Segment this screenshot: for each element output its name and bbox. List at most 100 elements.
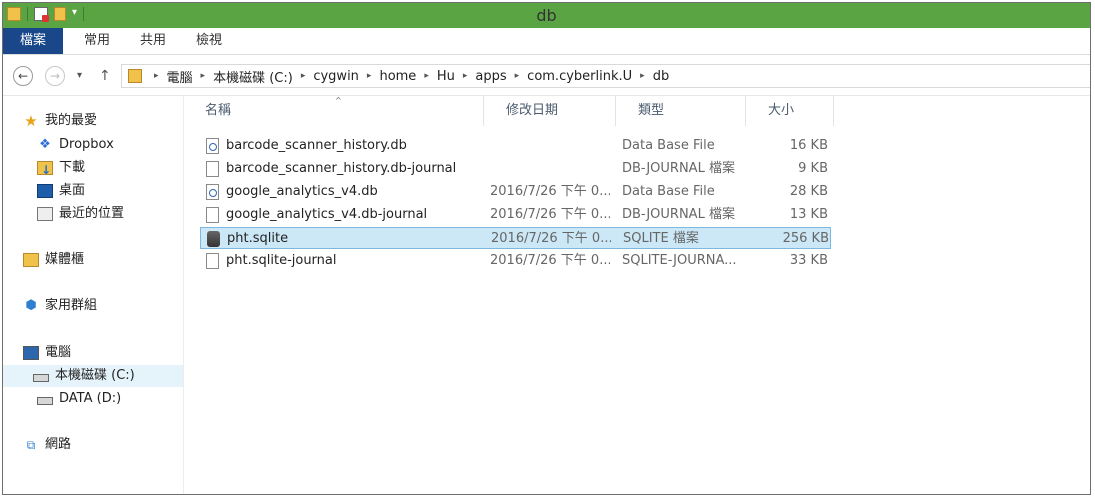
navigation-pane: ★ 我的最愛 ❖ Dropbox 下載 桌面 最近的位置 媒體櫃 ⬢ 家用群組 bbox=[3, 96, 184, 494]
breadcrumb-item-apps[interactable]: apps bbox=[475, 69, 506, 84]
sidebar-item-label: 本機磁碟 (C:) bbox=[55, 368, 135, 383]
table-row[interactable]: barcode_scanner_history.db Data Base Fil… bbox=[200, 135, 831, 157]
sidebar-item-data-drive[interactable]: DATA (D:) bbox=[37, 388, 121, 410]
breadcrumb-item-cygwin[interactable]: cygwin bbox=[313, 69, 359, 84]
sidebar-item-label: 家用群組 bbox=[45, 298, 98, 313]
tab-share[interactable]: 共用 bbox=[133, 28, 173, 54]
blank-file-icon bbox=[206, 253, 219, 269]
breadcrumb-separator-icon[interactable]: ▸ bbox=[367, 71, 372, 81]
sqlite-file-icon bbox=[207, 231, 220, 247]
table-row[interactable]: google_analytics_v4.db-journal 2016/7/26… bbox=[200, 204, 831, 226]
file-name: google_analytics_v4.db bbox=[226, 184, 378, 199]
sidebar-item-libraries[interactable]: 媒體櫃 bbox=[23, 249, 84, 271]
folder-icon bbox=[128, 69, 142, 83]
file-list: ^ 名稱 修改日期 類型 大小 barcode_scanner_history.… bbox=[183, 96, 1090, 494]
breadcrumb-item-package[interactable]: com.cyberlink.U bbox=[527, 69, 632, 84]
table-row[interactable]: google_analytics_v4.db 2016/7/26 下午 0...… bbox=[200, 181, 831, 203]
recent-places-icon bbox=[37, 207, 53, 221]
column-header-label: 大小 bbox=[768, 103, 795, 118]
network-icon: ⧉ bbox=[26, 438, 36, 452]
tab-file[interactable]: 檔案 bbox=[3, 28, 63, 54]
file-type: SQLITE-JOURNA... bbox=[622, 253, 737, 268]
breadcrumb-item-hu[interactable]: Hu bbox=[437, 69, 455, 84]
table-row-selected[interactable]: pht.sqlite 2016/7/26 下午 0... SQLITE 檔案 2… bbox=[200, 227, 831, 249]
tab-home[interactable]: 常用 bbox=[77, 28, 117, 54]
breadcrumb-separator-icon[interactable]: ▸ bbox=[424, 71, 429, 81]
explorer-window: ▾ db 檔案 常用 共用 檢視 ← → ▾ ↑ ▸ 電腦 ▸ 本機磁碟 (C:… bbox=[2, 2, 1091, 495]
column-header-label: 類型 bbox=[638, 103, 665, 118]
breadcrumb-separator-icon[interactable]: ▸ bbox=[301, 71, 306, 81]
sidebar-item-homegroup[interactable]: ⬢ 家用群組 bbox=[23, 295, 97, 317]
blank-file-icon bbox=[206, 161, 219, 177]
homegroup-icon: ⬢ bbox=[25, 298, 37, 313]
sidebar-item-label: 我的最愛 bbox=[45, 113, 98, 128]
recent-locations-dropdown-icon[interactable]: ▾ bbox=[77, 66, 82, 86]
sidebar-item-network[interactable]: ⧉ 網路 bbox=[23, 434, 71, 456]
back-button[interactable]: ← bbox=[13, 66, 33, 86]
sidebar-item-label: 電腦 bbox=[45, 345, 72, 360]
file-name: pht.sqlite bbox=[227, 231, 289, 246]
file-name: pht.sqlite-journal bbox=[226, 253, 337, 268]
sidebar-item-dropbox[interactable]: ❖ Dropbox bbox=[37, 134, 114, 156]
file-size: 13 KB bbox=[789, 207, 828, 222]
file-type: DB-JOURNAL 檔案 bbox=[622, 207, 735, 222]
table-row[interactable]: barcode_scanner_history.db-journal DB-JO… bbox=[200, 158, 831, 180]
blank-file-icon bbox=[206, 207, 219, 223]
file-type: SQLITE 檔案 bbox=[623, 231, 699, 246]
sidebar-item-label: 桌面 bbox=[59, 183, 86, 198]
column-header-date[interactable]: 修改日期 bbox=[484, 96, 616, 126]
sidebar-item-label: 網路 bbox=[45, 437, 72, 452]
up-button[interactable]: ↑ bbox=[99, 66, 111, 86]
breadcrumb-separator-icon[interactable]: ▸ bbox=[640, 71, 645, 81]
sidebar-item-label: Dropbox bbox=[59, 137, 114, 152]
file-date: 2016/7/26 下午 0... bbox=[491, 231, 611, 246]
file-size: 33 KB bbox=[789, 253, 828, 268]
sidebar-item-label: DATA (D:) bbox=[59, 391, 122, 406]
local-disk-icon bbox=[33, 374, 49, 382]
ribbon-tabs: 檔案 常用 共用 檢視 bbox=[3, 28, 1090, 55]
breadcrumb-separator-icon[interactable]: ▸ bbox=[463, 71, 468, 81]
column-header-label: 修改日期 bbox=[506, 103, 559, 118]
forward-button[interactable]: → bbox=[45, 66, 65, 86]
desktop-icon bbox=[37, 184, 53, 198]
file-size: 28 KB bbox=[789, 184, 828, 199]
library-icon bbox=[23, 253, 39, 267]
breadcrumb[interactable]: ▸ 電腦 ▸ 本機磁碟 (C:) ▸ cygwin ▸ home ▸ Hu ▸ … bbox=[121, 64, 1090, 88]
address-bar-row: ← → ▾ ↑ ▸ 電腦 ▸ 本機磁碟 (C:) ▸ cygwin ▸ home… bbox=[3, 55, 1090, 96]
file-date: 2016/7/26 下午 0... bbox=[490, 207, 610, 222]
file-size: 16 KB bbox=[789, 138, 828, 153]
breadcrumb-separator-icon[interactable]: ▸ bbox=[154, 71, 159, 81]
tab-view[interactable]: 檢視 bbox=[189, 28, 229, 54]
breadcrumb-separator-icon[interactable]: ▸ bbox=[515, 71, 520, 81]
column-header-name[interactable]: ^ 名稱 bbox=[183, 96, 484, 126]
sidebar-item-downloads[interactable]: 下載 bbox=[37, 157, 86, 181]
breadcrumb-separator-icon[interactable]: ▸ bbox=[201, 71, 206, 81]
table-row[interactable]: pht.sqlite-journal 2016/7/26 下午 0... SQL… bbox=[200, 250, 831, 272]
file-name: google_analytics_v4.db-journal bbox=[226, 207, 428, 222]
drive-icon bbox=[37, 397, 53, 405]
sort-ascending-icon: ^ bbox=[335, 96, 342, 105]
file-date: 2016/7/26 下午 0... bbox=[490, 253, 610, 268]
file-date: 2016/7/26 下午 0... bbox=[490, 184, 610, 199]
sidebar-item-local-disk[interactable]: 本機磁碟 (C:) bbox=[3, 365, 183, 387]
breadcrumb-item-home[interactable]: home bbox=[379, 69, 416, 84]
sidebar-item-desktop[interactable]: 桌面 bbox=[37, 180, 85, 202]
sidebar-item-recent-places[interactable]: 最近的位置 bbox=[37, 203, 124, 225]
breadcrumb-item-local-disk[interactable]: 本機磁碟 (C:) bbox=[213, 67, 293, 86]
sidebar-item-label: 媒體櫃 bbox=[45, 252, 85, 267]
file-type: Data Base File bbox=[622, 138, 715, 153]
sidebar-item-label: 最近的位置 bbox=[59, 206, 125, 221]
column-header-size[interactable]: 大小 bbox=[746, 96, 834, 126]
file-size: 9 KB bbox=[798, 161, 828, 176]
download-folder-icon bbox=[37, 159, 53, 181]
sidebar-item-favorites[interactable]: ★ 我的最愛 bbox=[23, 110, 97, 132]
column-header-type[interactable]: 類型 bbox=[616, 96, 746, 126]
sidebar-item-computer[interactable]: 電腦 bbox=[23, 342, 71, 364]
computer-icon bbox=[23, 346, 39, 360]
db-file-icon bbox=[206, 138, 219, 154]
breadcrumb-item-db[interactable]: db bbox=[653, 69, 670, 84]
breadcrumb-item-computer[interactable]: 電腦 bbox=[167, 67, 193, 86]
file-type: DB-JOURNAL 檔案 bbox=[622, 161, 735, 176]
sidebar-item-label: 下載 bbox=[59, 160, 86, 175]
file-name: barcode_scanner_history.db bbox=[226, 138, 407, 153]
